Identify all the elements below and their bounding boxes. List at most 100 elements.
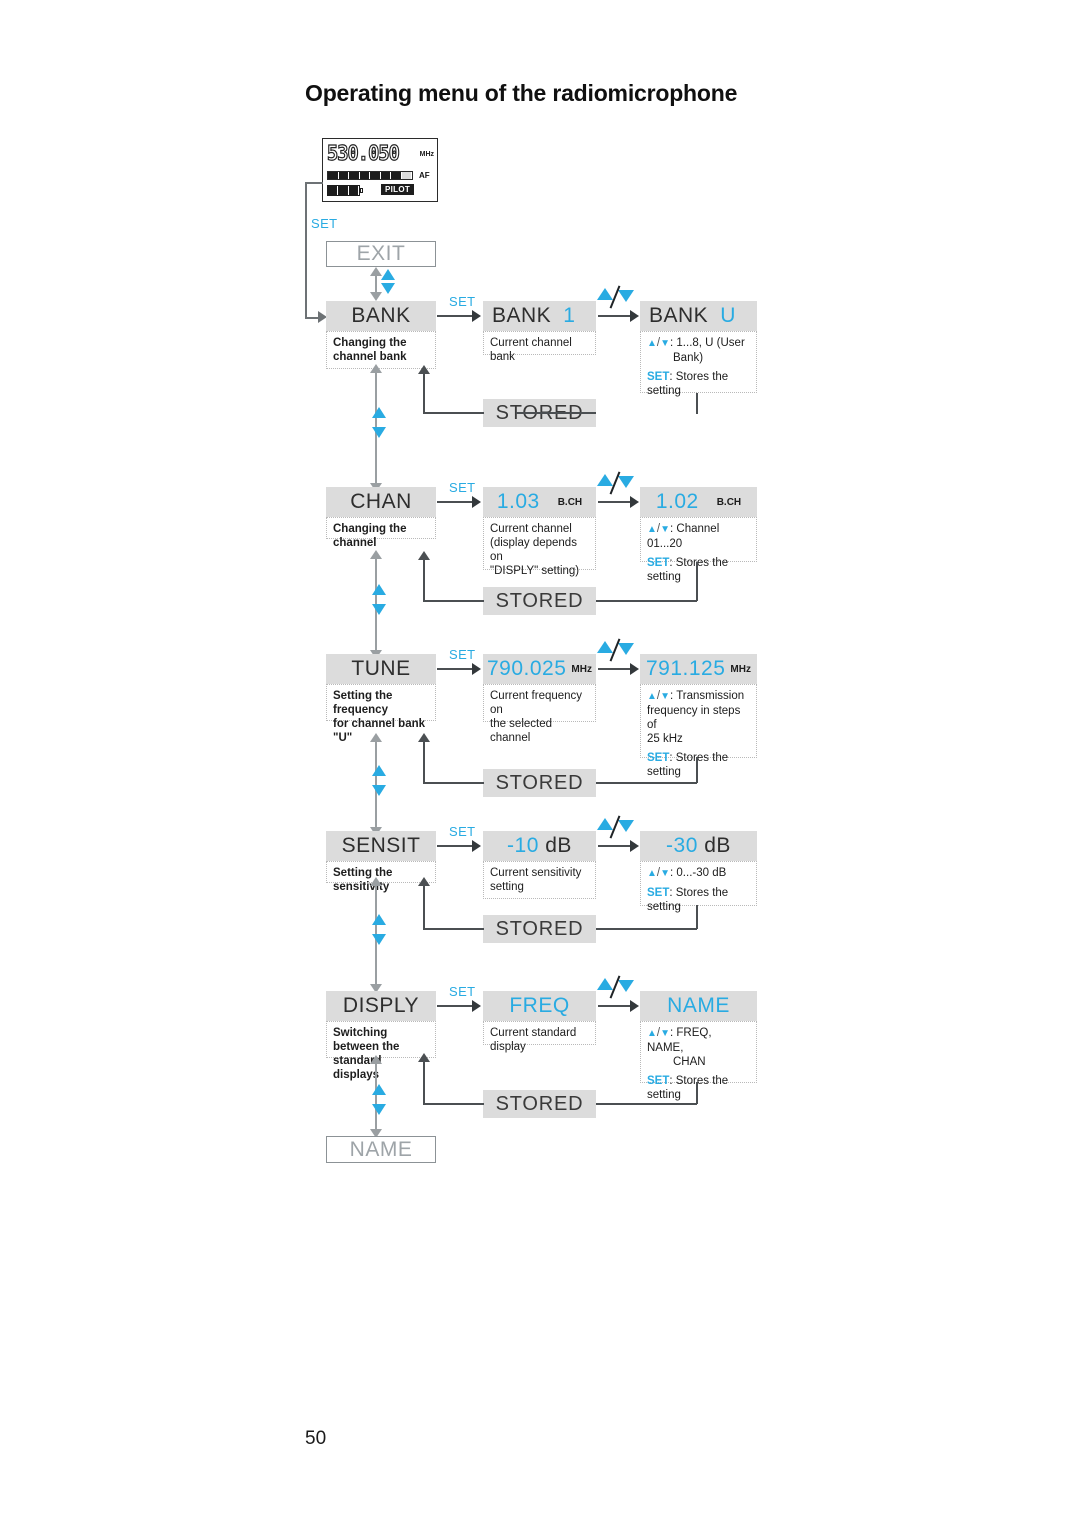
stored-tune-left-line xyxy=(423,782,484,784)
name-box-bottom[interactable]: NAME xyxy=(326,1136,436,1163)
edit-box-sensit-unit: dB xyxy=(697,834,731,857)
edit-box-bank-label: BANK xyxy=(649,304,709,327)
stored-chan-left-line xyxy=(423,600,484,602)
lcd-unit-label: MHz xyxy=(419,151,434,158)
disply-name-connector xyxy=(375,1062,377,1136)
set-label-sensit: SET xyxy=(449,824,476,839)
edit-range-bank-l2: Bank) xyxy=(673,352,704,364)
arrow-disply-to-edit-icon xyxy=(630,1000,639,1012)
menu-item-tune[interactable]: TUNE xyxy=(326,654,436,684)
value-box-sensit[interactable]: -10 dB xyxy=(483,831,596,861)
up-button-icon-2 xyxy=(372,407,386,418)
lcd-frequency-value: 530.050 xyxy=(326,140,400,165)
value-desc-sensit-l1: Current sensitivity xyxy=(490,867,582,879)
edit-box-chan[interactable]: 1.02 B.CH xyxy=(640,487,757,517)
stored-bank-left-line xyxy=(423,412,484,414)
exit-box[interactable]: EXIT xyxy=(326,241,436,267)
set-entry-label: SET xyxy=(311,216,338,231)
menu-desc-tune-l1: Setting the frequency xyxy=(333,690,393,716)
value-box-bank[interactable]: BANK 1 xyxy=(483,301,596,331)
value-desc-disply: Current standard display xyxy=(483,1021,596,1053)
menu-desc-disply-l1: Switching between the xyxy=(333,1027,400,1053)
lcd-frequency-digits: 530.050 xyxy=(326,140,415,165)
up-button-icon-6 xyxy=(372,1084,386,1095)
stored-chan-left-arrow-icon xyxy=(418,551,430,560)
menu-item-disply[interactable]: DISPLY xyxy=(326,991,436,1021)
stored-disply-left-arrow-icon xyxy=(418,1053,430,1062)
stored-sensit-left-vert xyxy=(423,884,425,929)
stored-bank-left-arrow-icon xyxy=(418,365,430,374)
arrow-disply-to-value xyxy=(437,1005,474,1007)
bank-chan-up-arrow-icon xyxy=(370,364,382,373)
edit-desc-tune: ▲/▼: Transmission frequency in steps of … xyxy=(640,684,757,778)
arrow-chan-to-value xyxy=(437,501,474,503)
stored-box-chan: STORED xyxy=(483,587,596,615)
edit-box-bank[interactable]: BANK U xyxy=(640,301,757,331)
set-label-disply: SET xyxy=(449,984,476,999)
menu-item-sensit[interactable]: SENSIT xyxy=(326,831,436,861)
stored-chan-right-line xyxy=(596,600,697,602)
edit-range-tune-l2: frequency in steps of xyxy=(647,705,741,731)
battery-tip-icon xyxy=(360,188,363,193)
value-desc-sensit-l2: setting xyxy=(490,881,524,893)
stored-tune-left-arrow-icon xyxy=(418,733,430,742)
arrow-sensit-to-edit-icon xyxy=(630,840,639,852)
value-box-chan[interactable]: 1.03 B.CH xyxy=(483,487,596,517)
arrow-disply-to-value-icon xyxy=(472,1000,481,1012)
stored-disply-left-vert xyxy=(423,1060,425,1104)
value-desc-chan-l1: Current channel xyxy=(490,523,572,535)
up-button-icon-5 xyxy=(372,914,386,925)
tune-sensit-up-arrow-icon xyxy=(370,733,382,742)
value-box-sensit-number: -10 xyxy=(507,834,539,857)
value-box-chan-label: 1.03 xyxy=(496,490,540,513)
value-desc-tune: Current frequency on the selected channe… xyxy=(483,684,596,744)
set-entry-vertical-line xyxy=(305,182,307,318)
stored-bank-left-vert xyxy=(423,372,425,413)
edit-range-tune-l1: : Transmission xyxy=(670,690,745,702)
stored-tune-right-line xyxy=(596,782,697,784)
stored-sensit-left-arrow-icon xyxy=(418,877,430,886)
arrow-tune-to-value xyxy=(437,668,474,670)
arrow-chan-to-value-icon xyxy=(472,496,481,508)
value-desc-chan-l2: (display depends on xyxy=(490,537,577,563)
value-desc-bank: Current channel bank xyxy=(483,331,596,363)
edit-set-chan-label: SET xyxy=(647,557,670,569)
arrow-chan-to-edit-icon xyxy=(630,496,639,508)
value-box-sensit-unit: dB xyxy=(538,834,572,857)
value-desc-chan-l3: "DISPLY" setting) xyxy=(490,565,580,577)
value-desc-chan: Current channel (display depends on "DIS… xyxy=(483,517,596,577)
stored-disply-left-line xyxy=(423,1103,484,1105)
down-button-icon xyxy=(381,283,395,294)
value-box-tune[interactable]: 790.025 MHz xyxy=(483,654,596,684)
down-button-icon-5 xyxy=(372,934,386,945)
stored-sensit-left-line xyxy=(423,928,484,930)
stored-bank-right-line xyxy=(516,412,596,414)
edit-box-tune[interactable]: 791.125 MHz xyxy=(640,654,757,684)
edit-box-disply[interactable]: NAME xyxy=(640,991,757,1021)
manual-page: Operating menu of the radiomicrophone 53… xyxy=(0,0,1080,1528)
value-box-bank-label: BANK xyxy=(492,304,552,327)
edit-range-disply-l2: CHAN xyxy=(673,1056,706,1068)
arrow-tune-to-edit xyxy=(598,668,632,670)
edit-box-sensit[interactable]: -30 dB xyxy=(640,831,757,861)
arrow-chan-to-edit xyxy=(598,501,632,503)
edit-box-sensit-number: -30 xyxy=(666,834,698,857)
down-button-icon-2 xyxy=(372,427,386,438)
pilot-badge: PILOT xyxy=(381,184,415,195)
value-box-disply-label: FREQ xyxy=(509,994,570,1017)
edit-range-tune-l3: 25 kHz xyxy=(647,733,683,745)
stored-chan-right-vert xyxy=(696,562,698,601)
edit-set-disply-label: SET xyxy=(647,1075,670,1087)
stored-bank-right-vert xyxy=(696,393,698,414)
af-bargraph-icon xyxy=(327,171,413,180)
arrow-sensit-to-edit xyxy=(598,845,632,847)
stored-chan-left-vert xyxy=(423,558,425,601)
menu-item-chan[interactable]: CHAN xyxy=(326,487,436,517)
value-box-bank-number: 1 xyxy=(563,304,576,327)
arrow-tune-to-value-icon xyxy=(472,663,481,675)
set-label-chan: SET xyxy=(449,480,476,495)
menu-desc-tune: Setting the frequency for channel bank "… xyxy=(326,684,436,744)
menu-item-bank[interactable]: BANK xyxy=(326,301,436,331)
value-desc-tune-l1: Current frequency on xyxy=(490,690,583,716)
value-box-disply[interactable]: FREQ xyxy=(483,991,596,1021)
